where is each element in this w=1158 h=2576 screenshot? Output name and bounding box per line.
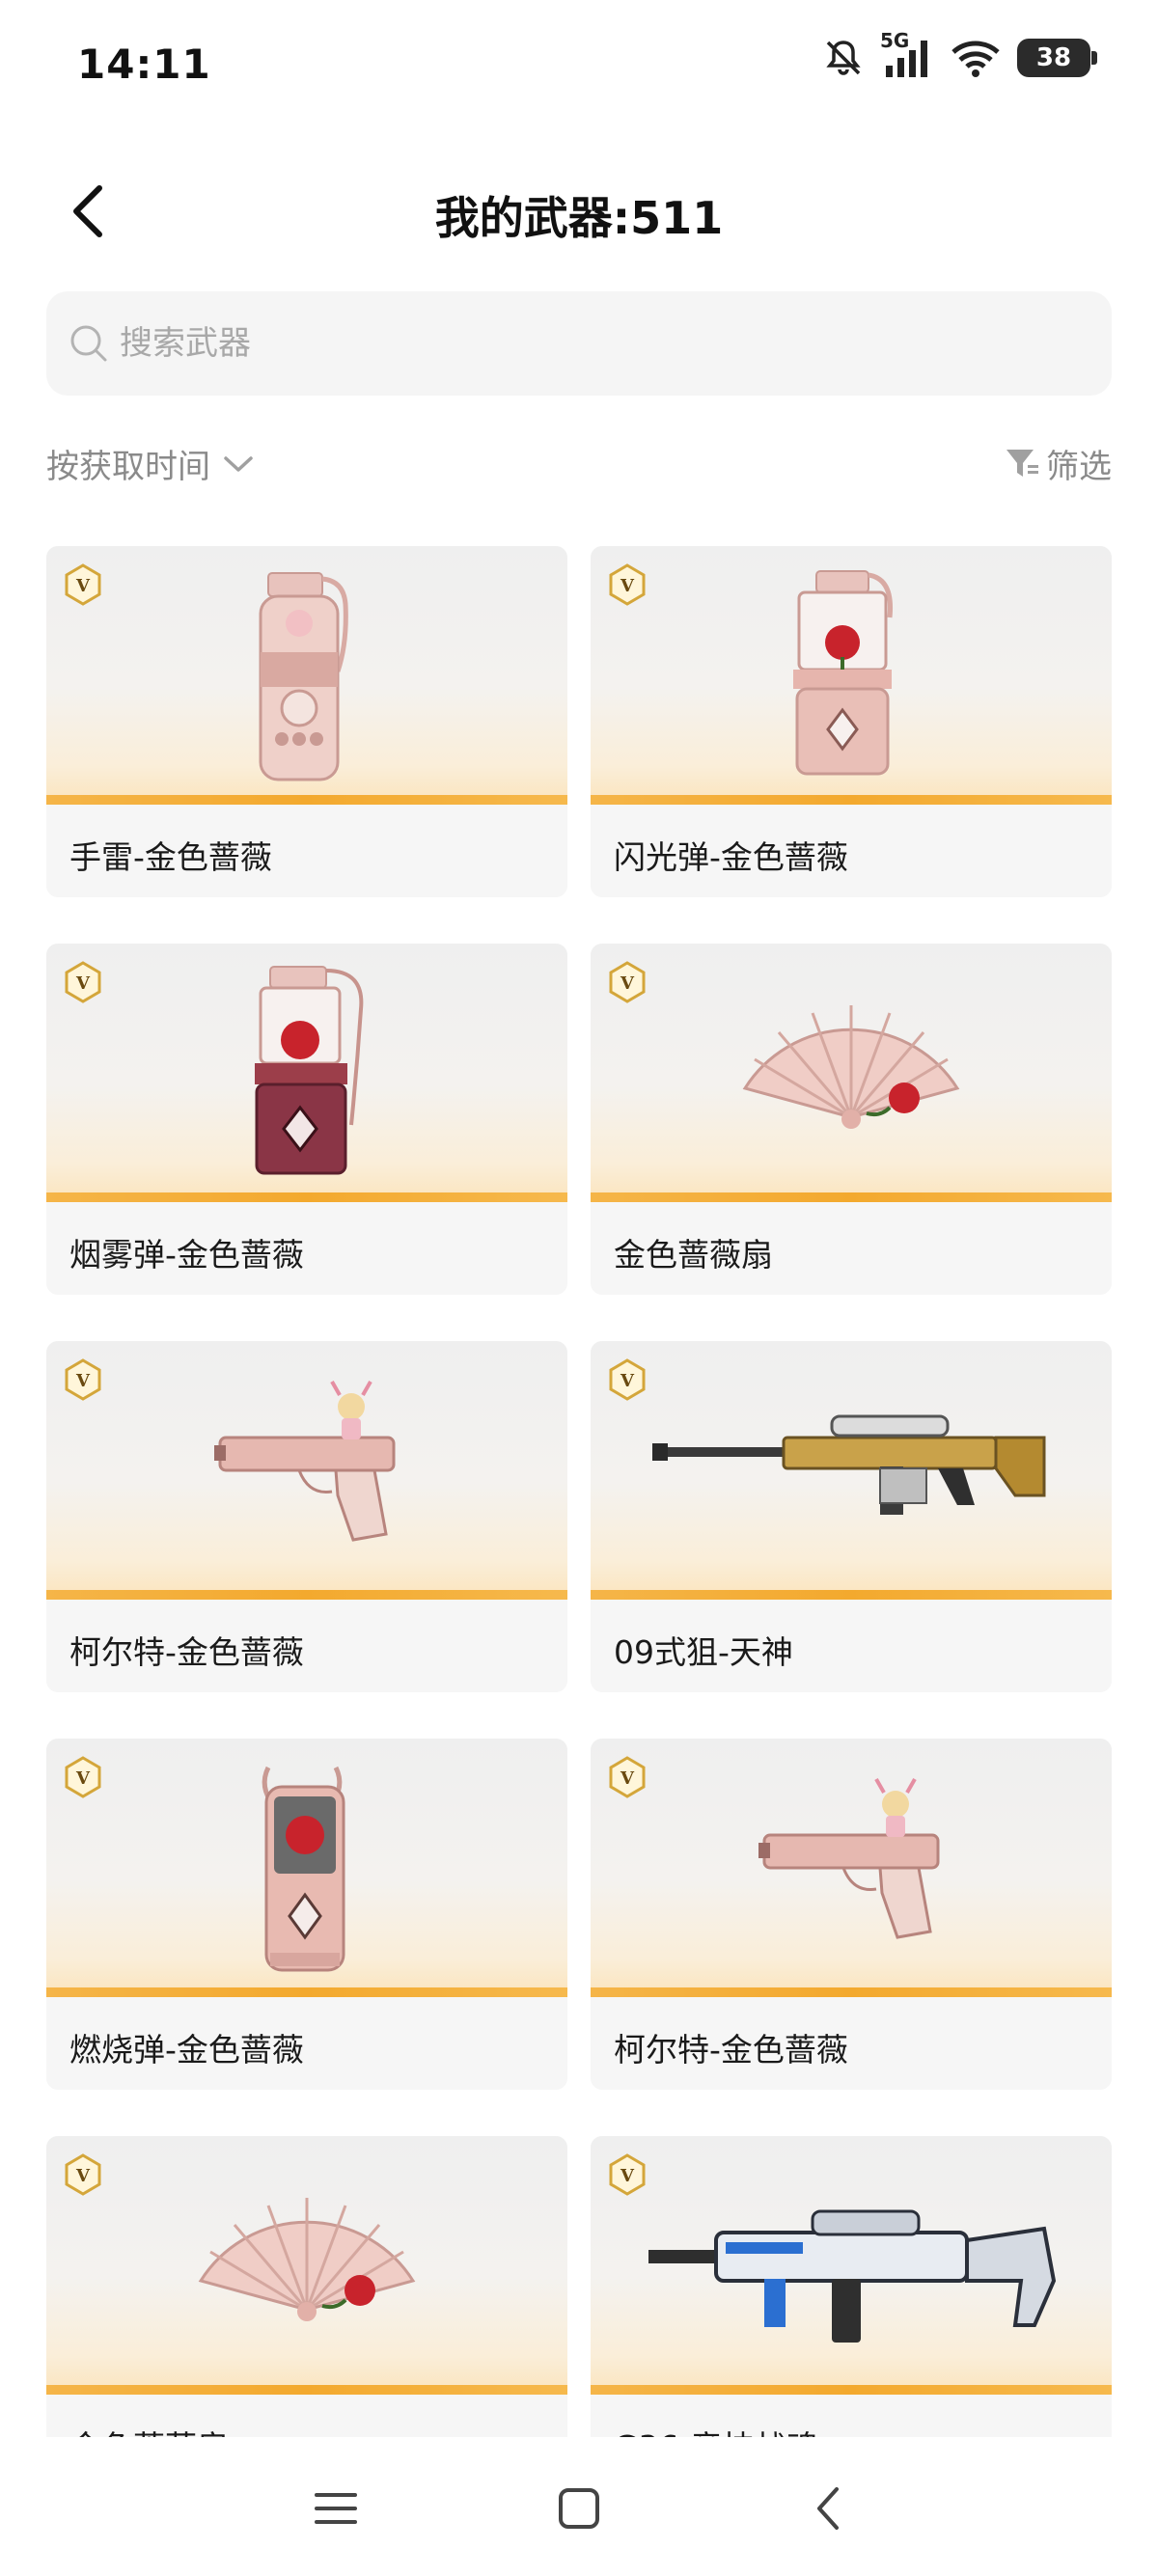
- weapon-image-area: V: [591, 1739, 1112, 1997]
- svg-text:V: V: [620, 576, 635, 596]
- fan-icon: [742, 1005, 960, 1129]
- weapon-card[interactable]: V 燃烧弹-金色蔷薇: [46, 1739, 567, 2090]
- weapon-card[interactable]: V 烟雾弹-金色蔷薇: [46, 944, 567, 1295]
- battery-level: 38: [1035, 43, 1072, 72]
- mute-bell-icon: [826, 41, 861, 75]
- vip-badge-icon: V: [609, 961, 646, 1003]
- weapon-name: 燃烧弹-金色蔷薇: [69, 2031, 304, 2069]
- weapon-image-area: V: [46, 1739, 567, 1997]
- svg-text:V: V: [75, 576, 91, 596]
- chevron-down-icon: [224, 455, 253, 472]
- vip-badge-icon: V: [65, 1756, 101, 1798]
- weapon-name: 金色蔷薇扇: [614, 1236, 773, 1274]
- weapon-card[interactable]: V 柯尔特-金色蔷薇: [591, 1739, 1112, 2090]
- page-title: 我的武器:511: [434, 192, 724, 244]
- weapon-image-area: V: [46, 1341, 567, 1600]
- flashbang-icon: [793, 570, 894, 776]
- assault-rifle-icon: [648, 2209, 1057, 2343]
- incendiary-grenade-icon: [262, 1766, 345, 1972]
- weapon-image-area: V: [46, 546, 567, 805]
- status-bar: 14:11 5G 38: [0, 0, 1158, 135]
- pistol-icon: [214, 1381, 396, 1542]
- filter-button[interactable]: 筛选: [1004, 440, 1112, 487]
- filter-icon: [1006, 449, 1038, 477]
- search-input[interactable]: [120, 324, 1065, 363]
- vip-badge-icon: V: [65, 2153, 101, 2196]
- vip-badge-icon: V: [609, 563, 646, 606]
- svg-text:V: V: [75, 1768, 91, 1789]
- weapon-card[interactable]: V 手雷-金色蔷薇: [46, 546, 567, 897]
- filter-label: 筛选: [1046, 448, 1112, 486]
- weapon-name: 柯尔特-金色蔷薇: [69, 1633, 304, 1671]
- vip-badge-icon: V: [65, 563, 101, 606]
- smoke-grenade-icon: [255, 966, 364, 1175]
- sniper-rifle-icon: [652, 1414, 1046, 1515]
- weapon-grid: V 手雷-金色蔷薇 V 闪光弹-金色蔷薇 V 烟雾弹-金色蔷薇 V 金色蔷薇扇 …: [46, 546, 1112, 2437]
- wifi-icon: [951, 41, 1000, 77]
- svg-text:V: V: [620, 2166, 635, 2186]
- menu-icon: [315, 2493, 357, 2524]
- header: 我的武器:511: [0, 164, 1158, 260]
- menu-button[interactable]: [305, 2478, 367, 2539]
- home-square-icon: [559, 2488, 599, 2529]
- status-time: 14:11: [77, 41, 211, 88]
- weapon-name: 手雷-金色蔷薇: [69, 838, 272, 876]
- svg-text:V: V: [620, 1371, 635, 1391]
- fan-icon: [198, 2198, 416, 2321]
- search-box[interactable]: [46, 291, 1112, 396]
- search-icon: [70, 325, 107, 362]
- weapon-name: 闪光弹-金色蔷薇: [614, 838, 848, 876]
- weapon-card[interactable]: V G36-竞技战魂: [591, 2136, 1112, 2437]
- weapon-card[interactable]: V 09式狙-天神: [591, 1341, 1112, 1692]
- vip-badge-icon: V: [609, 2153, 646, 2196]
- weapon-image-area: V: [46, 2136, 567, 2395]
- back-chevron-icon: [817, 2487, 839, 2530]
- weapon-image-area: V: [591, 546, 1112, 805]
- weapon-card[interactable]: V 柯尔特-金色蔷薇: [46, 1341, 567, 1692]
- weapon-name: 烟雾弹-金色蔷薇: [69, 1236, 304, 1274]
- weapon-name: G36-竞技战魂: [614, 2422, 817, 2437]
- sort-filter-row: 按获取时间 筛选: [46, 440, 1112, 494]
- weapon-name: 09式狙-天神: [614, 1633, 793, 1671]
- weapon-card[interactable]: V 金色蔷薇扇: [46, 2136, 567, 2437]
- system-back-button[interactable]: [797, 2478, 859, 2539]
- vip-badge-icon: V: [65, 961, 101, 1003]
- sort-label: 按获取时间: [46, 448, 210, 486]
- svg-text:V: V: [620, 1768, 635, 1789]
- vip-badge-icon: V: [65, 1358, 101, 1401]
- pistol-icon: [758, 1778, 940, 1939]
- sort-dropdown[interactable]: 按获取时间: [46, 440, 255, 487]
- weapon-card[interactable]: V 金色蔷薇扇: [591, 944, 1112, 1295]
- weapon-card[interactable]: V 闪光弹-金色蔷薇: [591, 546, 1112, 897]
- vip-badge-icon: V: [609, 1756, 646, 1798]
- grenade-icon: [259, 572, 348, 781]
- svg-text:V: V: [75, 973, 91, 994]
- home-button[interactable]: [548, 2478, 610, 2539]
- weapon-image-area: V: [591, 1341, 1112, 1600]
- battery-indicator: 38: [1017, 39, 1097, 77]
- weapon-image-area: V: [46, 944, 567, 1202]
- svg-text:V: V: [75, 1371, 91, 1391]
- cellular-signal-icon: 5G: [880, 29, 934, 79]
- vip-badge-icon: V: [609, 1358, 646, 1401]
- svg-text:V: V: [620, 973, 635, 994]
- weapon-image-area: V: [591, 944, 1112, 1202]
- weapon-name: 金色蔷薇扇: [69, 2422, 229, 2437]
- weapon-image-area: V: [591, 2136, 1112, 2395]
- weapon-name: 柯尔特-金色蔷薇: [614, 2031, 848, 2069]
- svg-text:V: V: [75, 2166, 91, 2186]
- system-nav-bar: [0, 2441, 1158, 2576]
- status-icons: 5G 38: [822, 29, 1097, 79]
